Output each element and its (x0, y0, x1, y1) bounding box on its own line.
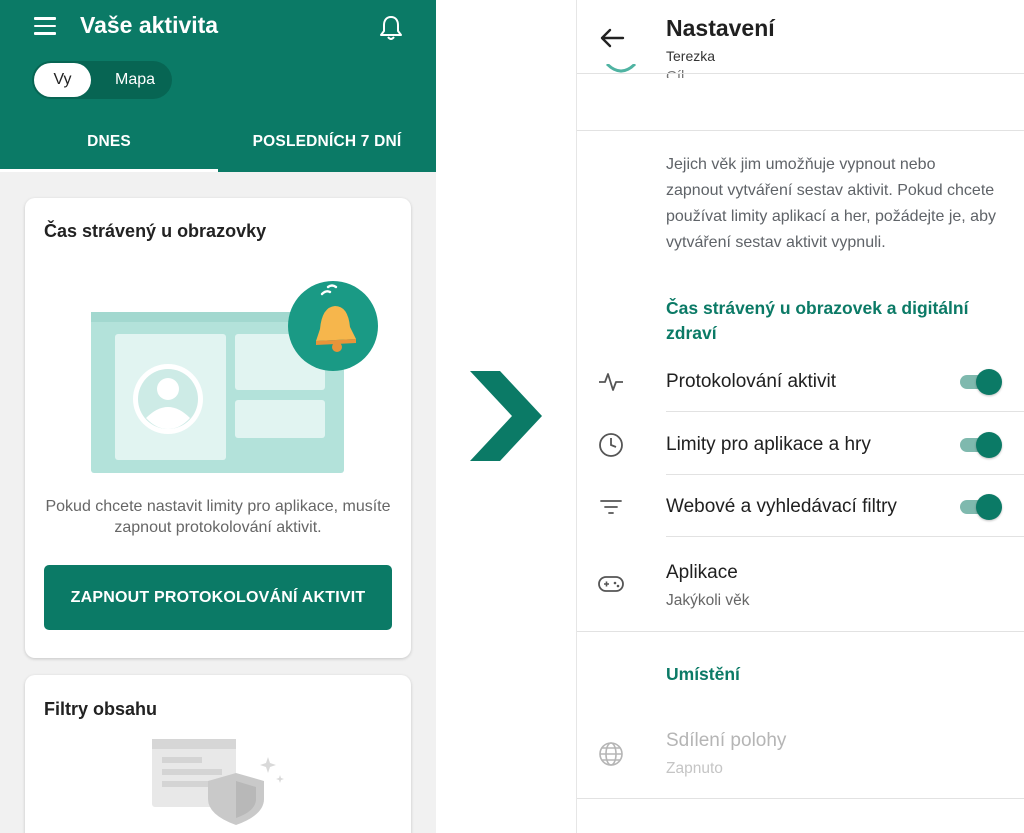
activity-screen: Vaše aktivita Vy Mapa DNES POSLEDNÍCH 7 … (0, 0, 436, 833)
bell-icon[interactable] (378, 14, 404, 42)
toggle-you[interactable]: Vy (34, 63, 91, 97)
card-description: Pokud chcete nastavit limity pro aplikac… (45, 498, 391, 536)
screen-time-card: Čas strávený u obrazovky Pokud chcete na… (25, 198, 411, 658)
clock-icon (599, 433, 623, 457)
activity-logging-switch[interactable] (960, 369, 1004, 395)
back-arrow-icon[interactable] (599, 27, 625, 49)
toggle-map[interactable]: Mapa (104, 63, 166, 97)
header-divider (577, 73, 1024, 74)
tab-today[interactable]: DNES (0, 133, 218, 151)
goal-icon (605, 64, 637, 73)
page-title: Vaše aktivita (80, 12, 219, 38)
apps-sub: Jakýkoli věk (666, 592, 750, 609)
web-filters-label: Webové a vyhledávací filtry (666, 496, 897, 517)
content-filters-card: Filtry obsahu (25, 675, 411, 833)
section-screen-time: Čas strávený u obrazovek a digitální zdr… (666, 298, 969, 343)
activity-icon (599, 373, 623, 391)
screen-illustration (91, 281, 378, 473)
globe-icon (599, 742, 623, 766)
app-bar: Vaše aktivita Vy Mapa DNES POSLEDNÍCH 7 … (0, 0, 436, 172)
apps-label[interactable]: Aplikace (666, 562, 738, 584)
page-subtitle: Terezka (666, 48, 716, 64)
location-sharing-label: Sdílení polohy (666, 730, 787, 751)
enable-activity-logging-button[interactable]: ZAPNOUT PROTOKOLOVÁNÍ AKTIVIT (44, 565, 392, 630)
view-toggle: Vy Mapa (32, 61, 172, 99)
section-location: Umístění (666, 664, 740, 684)
divider (666, 474, 1024, 475)
divider (577, 631, 1024, 632)
tab-last-7-days[interactable]: POSLEDNÍCH 7 DNÍ (218, 133, 436, 151)
location-sharing-status: Zapnuto (666, 760, 723, 777)
divider (666, 411, 1024, 412)
activity-logging-label: Protokolování aktivit (666, 371, 837, 392)
tab-indicator (0, 169, 218, 172)
divider (666, 536, 1024, 537)
divider (577, 798, 1024, 799)
app-limits-label: Limity pro aplikace a hry (666, 434, 871, 455)
filter-icon (600, 500, 622, 514)
menu-icon[interactable] (34, 17, 56, 35)
card-title: Čas strávený u obrazovky (44, 221, 267, 241)
page-title: Nastavení (666, 15, 775, 41)
app-limits-switch[interactable] (960, 432, 1004, 458)
content-filter-illustration (152, 739, 284, 825)
gamepad-icon (598, 576, 624, 592)
card-title: Filtry obsahu (44, 699, 158, 719)
info-text: Jejich věk jim umožňuje vypnout nebo zap… (666, 156, 996, 251)
web-filters-switch[interactable] (960, 494, 1004, 520)
divider (577, 130, 1024, 131)
chevron-right-icon (470, 371, 542, 461)
settings-screen: Nastavení Terezka Cíl Jejich věk jim umo… (576, 0, 1024, 833)
